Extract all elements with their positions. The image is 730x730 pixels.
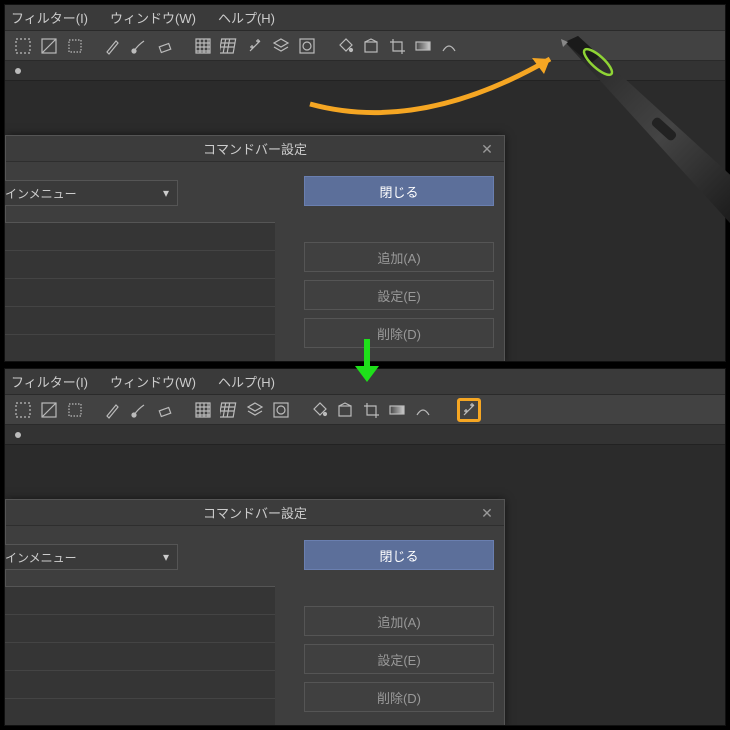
dialog-title-bar[interactable]: コマンドバー設定 ✕ — [6, 136, 504, 162]
dialog-body: インメニュー ▾ 閉じる 追加(A) 設定(E) 削除(D) — [6, 162, 504, 362]
dropdown-value: インメニュー — [5, 549, 77, 566]
crop-icon[interactable] — [385, 34, 409, 58]
close-button[interactable]: 閉じる — [304, 176, 494, 206]
menu-bar: フィルター(I) ウィンドウ(W) ヘルプ(H) — [5, 5, 725, 31]
dropdown-value: インメニュー — [5, 185, 77, 202]
rect-select-icon[interactable] — [11, 34, 35, 58]
close-icon[interactable]: ✕ — [478, 504, 496, 522]
subbar — [5, 425, 725, 445]
layers-icon[interactable] — [269, 34, 293, 58]
bucket-icon[interactable] — [333, 34, 357, 58]
dialog-title: コマンドバー設定 — [203, 503, 307, 522]
dot-indicator — [15, 432, 21, 438]
command-bar-settings-dialog: コマンドバー設定 ✕ インメニュー ▾ 閉じる 追加(A) 設定(E) 削除(D… — [5, 499, 505, 726]
list-item[interactable] — [5, 307, 275, 335]
chevron-down-icon: ▾ — [163, 186, 169, 200]
brush-icon[interactable] — [127, 398, 151, 422]
close-icon[interactable]: ✕ — [478, 140, 496, 158]
crop-icon[interactable] — [359, 398, 383, 422]
menu-filter[interactable]: フィルター(I) — [11, 8, 88, 27]
rect-select-icon[interactable] — [11, 398, 35, 422]
bucket-icon[interactable] — [307, 398, 331, 422]
add-button[interactable]: 追加(A) — [304, 242, 494, 272]
chevron-down-icon: ▾ — [163, 550, 169, 564]
brush-icon[interactable] — [127, 34, 151, 58]
wand-icon[interactable] — [243, 34, 267, 58]
command-bar-settings-dialog: コマンドバー設定 ✕ インメニュー ▾ 閉じる 追加(A) 設定(E) 削除(D… — [5, 135, 505, 362]
list-item[interactable] — [5, 223, 275, 251]
category-dropdown[interactable]: インメニュー ▾ — [4, 544, 178, 570]
eraser-icon[interactable] — [153, 34, 177, 58]
fill-icon[interactable] — [333, 398, 357, 422]
list-item[interactable] — [5, 699, 275, 726]
delete-button[interactable]: 削除(D) — [304, 682, 494, 712]
bottom-panel: フィルター(I) ウィンドウ(W) ヘルプ(H) コマンドバー設定 ✕ インメニ… — [4, 368, 726, 726]
close-button[interactable]: 閉じる — [304, 540, 494, 570]
list-item[interactable] — [5, 335, 275, 362]
mask-icon[interactable] — [295, 34, 319, 58]
subbar — [5, 61, 725, 81]
dialog-buttons: 閉じる 追加(A) 設定(E) 削除(D) — [304, 540, 494, 712]
toolbar-bottom — [5, 395, 725, 425]
mask-icon[interactable] — [269, 398, 293, 422]
marquee-icon[interactable] — [63, 398, 87, 422]
list-item[interactable] — [5, 643, 275, 671]
menu-help[interactable]: ヘルプ(H) — [218, 8, 275, 27]
layers-icon[interactable] — [243, 398, 267, 422]
menu-filter[interactable]: フィルター(I) — [11, 372, 88, 391]
list-item[interactable] — [5, 279, 275, 307]
invert-select-icon[interactable] — [37, 398, 61, 422]
settings-button[interactable]: 設定(E) — [304, 280, 494, 310]
gradient-icon[interactable] — [385, 398, 409, 422]
fill-icon[interactable] — [359, 34, 383, 58]
category-dropdown[interactable]: インメニュー ▾ — [4, 180, 178, 206]
dialog-buttons: 閉じる 追加(A) 設定(E) 削除(D) — [304, 176, 494, 348]
list-item[interactable] — [5, 615, 275, 643]
dialog-body: インメニュー ▾ 閉じる 追加(A) 設定(E) 削除(D) — [6, 526, 504, 726]
gradient-icon[interactable] — [411, 34, 435, 58]
menu-help[interactable]: ヘルプ(H) — [218, 372, 275, 391]
menu-window[interactable]: ウィンドウ(W) — [110, 372, 196, 391]
menu-bar: フィルター(I) ウィンドウ(W) ヘルプ(H) — [5, 369, 725, 395]
menu-window[interactable]: ウィンドウ(W) — [110, 8, 196, 27]
top-panel: フィルター(I) ウィンドウ(W) ヘルプ(H) コマンドバー設定 ✕ インメニ… — [4, 4, 726, 362]
grid-icon[interactable] — [191, 34, 215, 58]
marquee-icon[interactable] — [63, 34, 87, 58]
grid-icon[interactable] — [191, 398, 215, 422]
pen-icon[interactable] — [101, 398, 125, 422]
wand-moved-icon[interactable] — [457, 398, 481, 422]
perspective-icon[interactable] — [217, 398, 241, 422]
pen-icon[interactable] — [101, 34, 125, 58]
add-button[interactable]: 追加(A) — [304, 606, 494, 636]
list-item[interactable] — [5, 251, 275, 279]
command-list[interactable] — [5, 586, 275, 726]
dialog-title-bar[interactable]: コマンドバー設定 ✕ — [6, 500, 504, 526]
list-item[interactable] — [5, 671, 275, 699]
command-list[interactable] — [5, 222, 275, 362]
toolbar-top — [5, 31, 725, 61]
list-item[interactable] — [5, 587, 275, 615]
transform-icon[interactable] — [411, 398, 435, 422]
eraser-icon[interactable] — [153, 398, 177, 422]
perspective-icon[interactable] — [217, 34, 241, 58]
transform-icon[interactable] — [437, 34, 461, 58]
dot-indicator — [15, 68, 21, 74]
delete-button[interactable]: 削除(D) — [304, 318, 494, 348]
settings-button[interactable]: 設定(E) — [304, 644, 494, 674]
dialog-title: コマンドバー設定 — [203, 139, 307, 158]
invert-select-icon[interactable] — [37, 34, 61, 58]
